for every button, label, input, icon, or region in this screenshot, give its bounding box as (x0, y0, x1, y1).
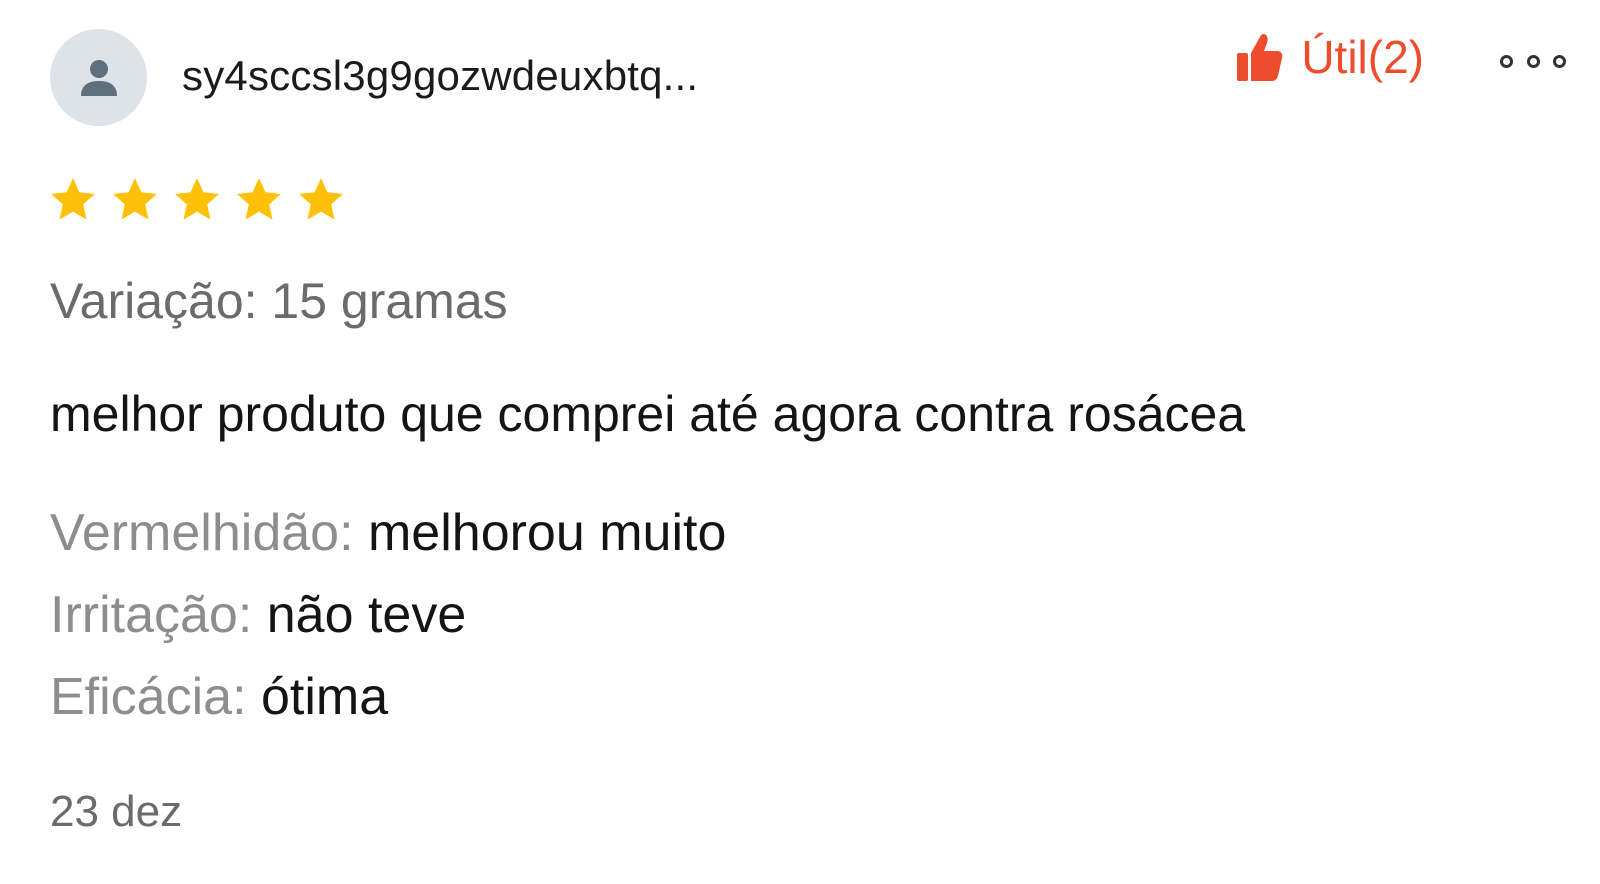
star-icon (299, 178, 343, 220)
thumbs-up-icon (1237, 33, 1283, 81)
more-dot (1526, 54, 1540, 68)
star-icon (51, 178, 95, 220)
star-rating (48, 175, 358, 225)
attribute-label: Irritação: (50, 586, 253, 644)
user-silhouette-icon (80, 59, 117, 96)
attribute-value: ótima (260, 668, 389, 726)
star-icon (175, 178, 219, 220)
attribute-efficacy: Eficácia: ótima (50, 667, 388, 727)
more-options-icon[interactable] (1500, 50, 1566, 72)
attribute-label: Vermelhidão: (50, 504, 354, 562)
star-icon (113, 178, 157, 220)
review-card: sy4sccsl3g9gozwdeuxbtq... Útil(2) Variaç… (0, 0, 1600, 884)
attribute-irritation: Irritação: não teve (50, 585, 466, 645)
more-dot (1553, 54, 1566, 68)
reviewer-username[interactable]: sy4sccsl3g9gozwdeuxbtq... (182, 52, 698, 100)
attribute-value: melhorou muito (367, 504, 727, 562)
avatar[interactable] (50, 29, 147, 126)
helpful-button[interactable]: Útil(2) (1235, 30, 1424, 84)
attribute-value: não teve (266, 586, 467, 644)
review-date: 23 dez (50, 787, 183, 836)
review-comment: melhor produto que comprei até agora con… (50, 386, 1246, 442)
variation-text: Variação: 15 gramas (50, 273, 508, 329)
attribute-redness: Vermelhidão: melhorou muito (50, 503, 726, 563)
attribute-label: Eficácia: (50, 668, 247, 726)
more-dot (1500, 54, 1513, 68)
helpful-count-label: Útil(2) (1301, 31, 1424, 83)
star-icon (237, 178, 281, 220)
